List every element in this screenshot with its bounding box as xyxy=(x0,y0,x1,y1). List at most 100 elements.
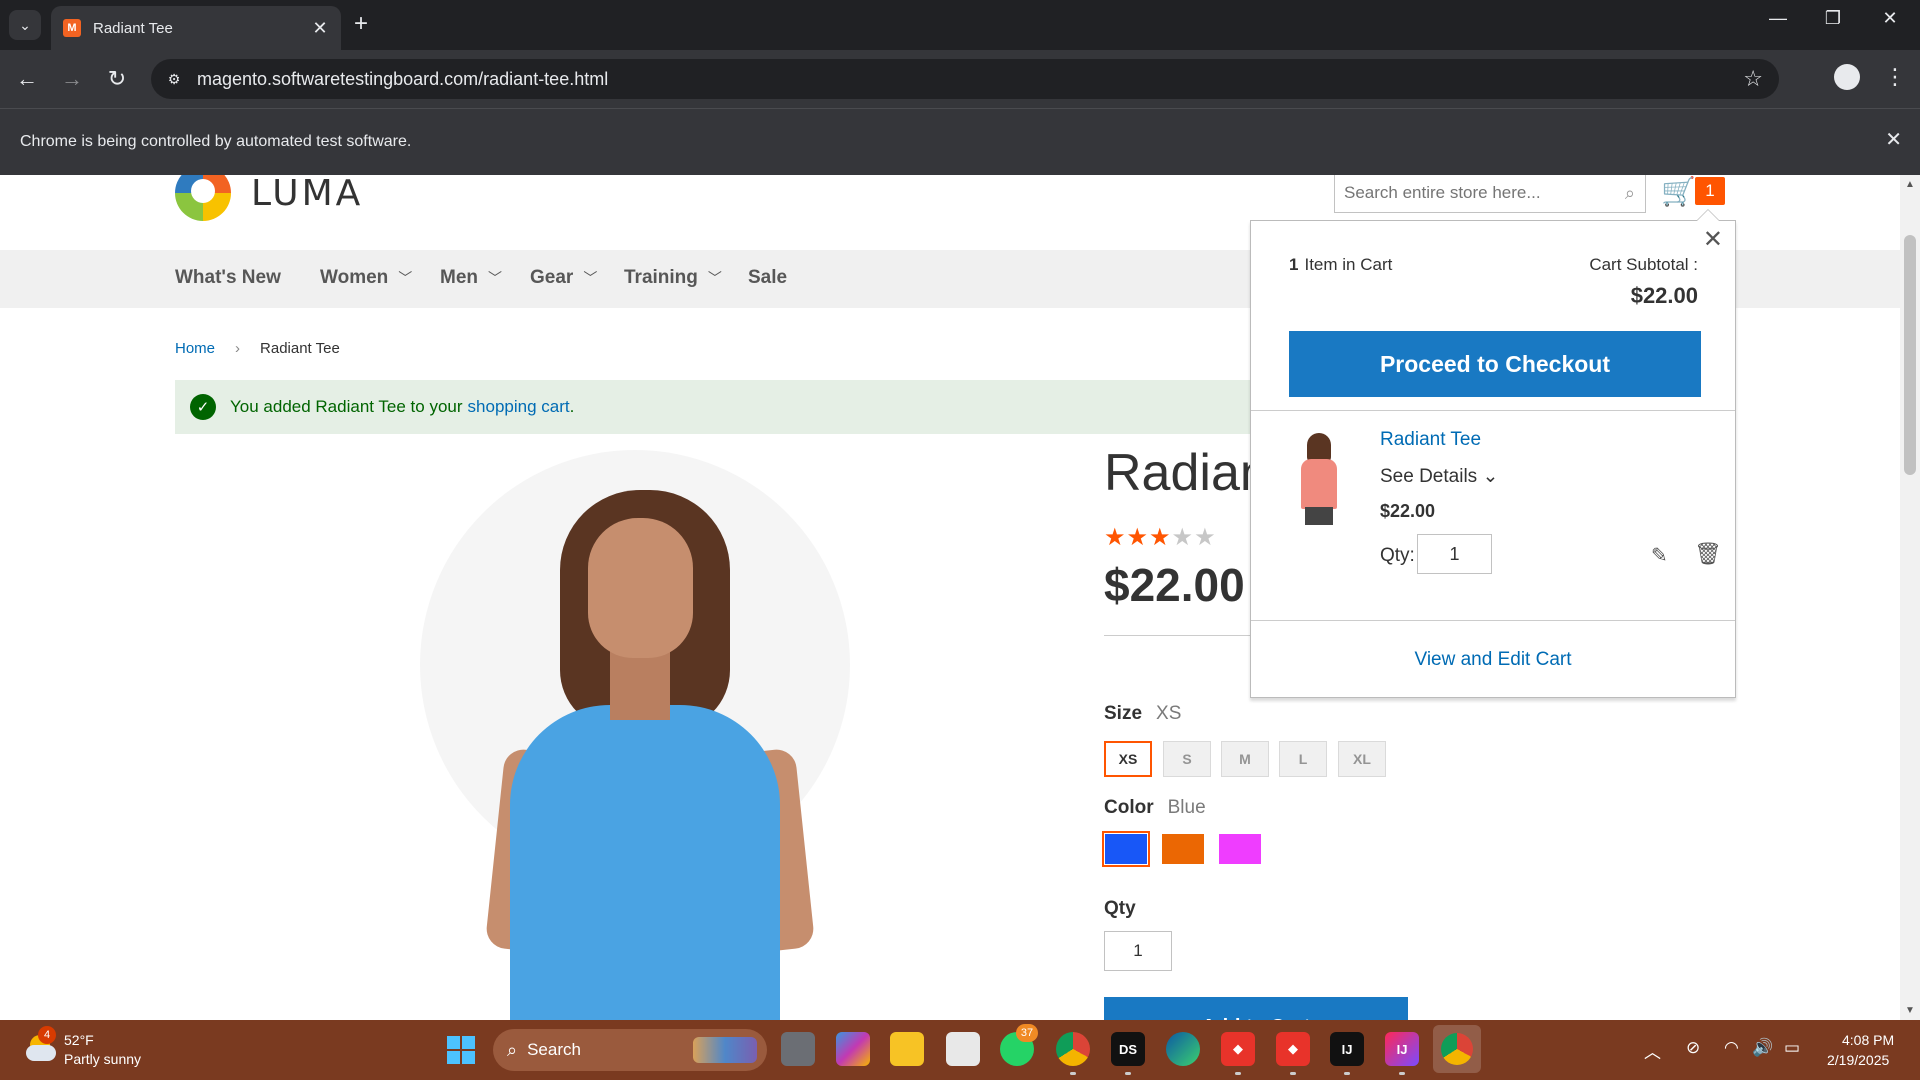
view-edit-cart-link[interactable]: View and Edit Cart xyxy=(1251,649,1735,671)
clock-time[interactable]: 4:08 PM xyxy=(1842,1032,1894,1048)
scroll-thumb[interactable] xyxy=(1904,235,1916,475)
anydesk-icon[interactable]: ◆ xyxy=(1221,1032,1255,1066)
automation-infobar: Chrome is being controlled by automated … xyxy=(0,108,1920,175)
network-off-icon[interactable]: ⊘ xyxy=(1686,1038,1700,1058)
nav-gear[interactable]: Gear ﹀ xyxy=(530,267,597,289)
nav-sale[interactable]: Sale xyxy=(748,267,787,289)
intellij-icon[interactable]: IJ xyxy=(1385,1032,1419,1066)
wifi-icon[interactable]: ◠ xyxy=(1724,1038,1739,1058)
copilot-icon[interactable] xyxy=(836,1032,870,1066)
product-price: $22.00 xyxy=(1104,559,1245,611)
see-details-label: See Details xyxy=(1380,466,1478,487)
nav-label: Women xyxy=(320,267,389,288)
cart-item-price: $22.00 xyxy=(1380,501,1436,521)
close-minicart-icon[interactable]: ✕ xyxy=(1703,225,1723,254)
color-option-blue[interactable] xyxy=(1102,831,1150,867)
cart-qty-label: Qty: xyxy=(1380,545,1415,566)
chrome-active-icon[interactable] xyxy=(1433,1025,1481,1073)
product-image[interactable] xyxy=(420,450,860,1020)
intellij-icon[interactable]: IJ xyxy=(1330,1032,1364,1066)
microsoft-store-icon[interactable] xyxy=(946,1032,980,1066)
clock-date[interactable]: 2/19/2025 xyxy=(1827,1052,1889,1068)
size-option-s[interactable]: S xyxy=(1163,741,1211,777)
anydesk-icon[interactable]: ◆ xyxy=(1276,1032,1310,1066)
store-search[interactable]: ⌕ xyxy=(1334,175,1646,213)
color-label-text: Color xyxy=(1104,797,1154,818)
size-option-xl[interactable]: XL xyxy=(1338,741,1386,777)
weather-description[interactable]: Partly sunny xyxy=(64,1051,141,1067)
browser-toolbar: ← → ↻ ⚙ magento.softwaretestingboard.com… xyxy=(0,50,1920,108)
new-tab-icon[interactable]: + xyxy=(354,12,368,36)
close-infobar-icon[interactable]: ✕ xyxy=(1885,127,1902,152)
tile xyxy=(447,1036,460,1049)
edge-icon[interactable] xyxy=(1166,1032,1200,1066)
weather-temperature[interactable]: 52°F xyxy=(64,1032,94,1048)
close-tab-icon[interactable]: ✕ xyxy=(309,18,331,39)
size-option-l[interactable]: L xyxy=(1279,741,1327,777)
profile-avatar-icon[interactable] xyxy=(1834,64,1860,90)
color-option-orange[interactable] xyxy=(1162,834,1204,864)
color-label: Color Blue xyxy=(1104,797,1206,819)
restore-icon[interactable]: ❐ xyxy=(1813,8,1853,29)
see-details-toggle[interactable]: See Details ⌄ xyxy=(1380,465,1498,488)
browser-menu-icon[interactable]: ⋮ xyxy=(1884,64,1906,90)
scroll-up-icon[interactable]: ▲ xyxy=(1905,179,1915,190)
tab-active[interactable]: M Radiant Tee ✕ xyxy=(51,6,341,50)
battery-icon[interactable]: ▭ xyxy=(1784,1038,1800,1058)
taskbar-search[interactable]: ⌕ Search xyxy=(493,1029,767,1071)
trash-icon[interactable]: 🗑 xyxy=(1694,541,1722,567)
address-bar[interactable]: ⚙ magento.softwaretestingboard.com/radia… xyxy=(151,59,1779,99)
tile xyxy=(447,1051,460,1064)
nav-label: Training xyxy=(624,267,698,288)
windows-start-icon[interactable] xyxy=(447,1036,475,1064)
qty-input[interactable] xyxy=(1104,931,1172,971)
edit-pencil-icon[interactable]: ✎ xyxy=(1651,543,1668,568)
image-part xyxy=(510,705,780,1020)
task-view-icon[interactable] xyxy=(781,1032,815,1066)
message-end: . xyxy=(569,397,575,416)
chevron-up-icon[interactable]: ︿ xyxy=(1644,1038,1661,1063)
reload-icon[interactable]: ↻ xyxy=(102,64,132,94)
search-icon: ⌕ xyxy=(507,1039,518,1060)
volume-icon[interactable]: 🔊 xyxy=(1752,1038,1773,1058)
scroll-down-icon[interactable]: ▼ xyxy=(1905,1005,1915,1016)
bookmark-star-icon[interactable]: ☆ xyxy=(1743,66,1763,92)
color-option-purple[interactable] xyxy=(1219,834,1261,864)
nav-women[interactable]: Women ﹀ xyxy=(320,267,412,289)
add-to-cart-button[interactable]: Add to Cart xyxy=(1104,997,1408,1020)
chrome-logo xyxy=(1441,1033,1473,1065)
url-text[interactable]: magento.softwaretestingboard.com/radiant… xyxy=(197,69,1743,90)
file-explorer-icon[interactable] xyxy=(890,1032,924,1066)
cart-item-name-link[interactable]: Radiant Tee xyxy=(1380,429,1481,451)
star-empty-icon: ★ xyxy=(1194,524,1217,551)
nav-men[interactable]: Men ﹀ xyxy=(440,267,502,289)
cart-qty-input[interactable] xyxy=(1417,534,1492,574)
thumb-part xyxy=(1305,507,1333,525)
cart-item-thumbnail[interactable] xyxy=(1289,431,1349,527)
tab-search-button[interactable]: ⌄ xyxy=(9,10,41,40)
size-option-m[interactable]: M xyxy=(1221,741,1269,777)
nav-whats-new[interactable]: What's New xyxy=(175,267,281,289)
site-info-icon[interactable]: ⚙ xyxy=(161,66,187,92)
cart-icon[interactable]: 🛒 xyxy=(1661,175,1696,208)
rating-stars[interactable]: ★★★★★ xyxy=(1104,523,1217,552)
cart-count-badge[interactable]: 1 xyxy=(1695,177,1725,205)
nav-training[interactable]: Training ﹀ xyxy=(624,267,722,289)
forward-arrow-icon[interactable]: → xyxy=(57,64,87,94)
page-scrollbar[interactable]: ▲ ▼ xyxy=(1900,175,1920,1020)
luma-logo[interactable]: LUMA xyxy=(175,175,363,221)
back-arrow-icon[interactable]: ← xyxy=(12,64,42,94)
running-indicator xyxy=(1344,1072,1350,1075)
breadcrumb-home[interactable]: Home xyxy=(175,340,215,357)
chevron-down-icon: ﹀ xyxy=(398,270,413,286)
minimize-icon[interactable]: — xyxy=(1758,8,1798,29)
datagrip-icon[interactable]: DS xyxy=(1111,1032,1145,1066)
shopping-cart-link[interactable]: shopping cart xyxy=(468,397,570,417)
search-icon[interactable]: ⌕ xyxy=(1625,183,1635,204)
size-option-xs[interactable]: XS xyxy=(1104,741,1152,777)
search-input[interactable] xyxy=(1344,183,1625,203)
chrome-profile-icon[interactable] xyxy=(1056,1032,1090,1066)
window-close-icon[interactable]: ✕ xyxy=(1870,8,1910,29)
proceed-to-checkout-button[interactable]: Proceed to Checkout xyxy=(1289,331,1701,397)
divider xyxy=(1104,635,1254,636)
